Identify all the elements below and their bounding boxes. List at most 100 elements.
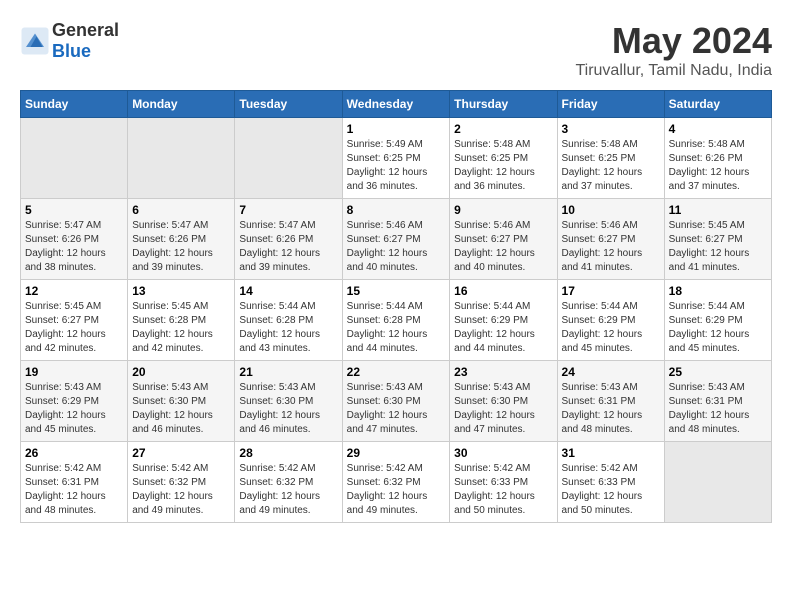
day-info: Sunrise: 5:48 AMSunset: 6:25 PMDaylight:… (454, 138, 552, 194)
calendar-cell: 24 Sunrise: 5:43 AMSunset: 6:31 PMDayligh… (557, 361, 664, 442)
day-number: 4 (669, 122, 767, 136)
day-number: 15 (347, 284, 446, 298)
calendar-cell: 1 Sunrise: 5:49 AMSunset: 6:25 PMDaylight… (342, 118, 450, 199)
day-info: Sunrise: 5:42 AMSunset: 6:32 PMDaylight:… (239, 462, 337, 518)
day-info: Sunrise: 5:45 AMSunset: 6:27 PMDaylight:… (669, 219, 767, 275)
weekday-header-wednesday: Wednesday (342, 91, 450, 118)
calendar-week-row: 12Sunrise: 5:45 AMSunset: 6:27 PMDayligh… (21, 280, 772, 361)
day-info: Sunrise: 5:48 AMSunset: 6:25 PMDaylight:… (562, 138, 660, 194)
calendar-cell: 28 Sunrise: 5:42 AMSunset: 6:32 PMDayligh… (235, 442, 342, 523)
day-number: 28 (239, 446, 337, 460)
calendar-cell: 8Sunrise: 5:46 AMSunset: 6:27 PMDaylight… (342, 199, 450, 280)
weekday-header-friday: Friday (557, 91, 664, 118)
day-info: Sunrise: 5:44 AMSunset: 6:29 PMDaylight:… (669, 300, 767, 356)
calendar-cell: 10Sunrise: 5:46 AMSunset: 6:27 PMDayligh… (557, 199, 664, 280)
calendar-cell: 7Sunrise: 5:47 AMSunset: 6:26 PMDaylight… (235, 199, 342, 280)
calendar-cell: 3 Sunrise: 5:48 AMSunset: 6:25 PMDaylight… (557, 118, 664, 199)
logo-general: General (52, 20, 119, 40)
calendar-cell: 13 Sunrise: 5:45 AMSunset: 6:28 PMDayligh… (128, 280, 235, 361)
day-info: Sunrise: 5:42 AMSunset: 6:31 PMDaylight:… (25, 462, 123, 518)
day-info: Sunrise: 5:49 AMSunset: 6:25 PMDaylight:… (347, 138, 446, 194)
day-number: 25 (669, 365, 767, 379)
day-number: 6 (132, 203, 230, 217)
logo: General Blue (20, 20, 119, 62)
location: Tiruvallur, Tamil Nadu, India (575, 62, 772, 80)
calendar-cell: 27Sunrise: 5:42 AMSunset: 6:32 PMDayligh… (128, 442, 235, 523)
calendar-cell: 12Sunrise: 5:45 AMSunset: 6:27 PMDayligh… (21, 280, 128, 361)
day-info: Sunrise: 5:47 AMSunset: 6:26 PMDaylight:… (132, 219, 230, 275)
weekday-header-row: SundayMondayTuesdayWednesdayThursdayFrid… (21, 91, 772, 118)
day-number: 22 (347, 365, 446, 379)
calendar-cell: 2 Sunrise: 5:48 AMSunset: 6:25 PMDaylight… (450, 118, 557, 199)
day-number: 24 (562, 365, 660, 379)
day-info: Sunrise: 5:45 AMSunset: 6:28 PMDaylight:… (132, 300, 230, 356)
weekday-header-monday: Monday (128, 91, 235, 118)
day-info: Sunrise: 5:44 AMSunset: 6:29 PMDaylight:… (454, 300, 552, 356)
day-number: 12 (25, 284, 123, 298)
calendar-cell: 30Sunrise: 5:42 AMSunset: 6:33 PMDayligh… (450, 442, 557, 523)
day-number: 29 (347, 446, 446, 460)
day-info: Sunrise: 5:48 AMSunset: 6:26 PMDaylight:… (669, 138, 767, 194)
day-number: 1 (347, 122, 446, 136)
day-info: Sunrise: 5:42 AMSunset: 6:32 PMDaylight:… (347, 462, 446, 518)
day-info: Sunrise: 5:47 AMSunset: 6:26 PMDaylight:… (25, 219, 123, 275)
weekday-header-saturday: Saturday (664, 91, 771, 118)
calendar-cell: 25 Sunrise: 5:43 AMSunset: 6:31 PMDayligh… (664, 361, 771, 442)
day-number: 23 (454, 365, 552, 379)
day-number: 20 (132, 365, 230, 379)
day-number: 11 (669, 203, 767, 217)
day-info: Sunrise: 5:42 AMSunset: 6:33 PMDaylight:… (562, 462, 660, 518)
calendar-cell: 4 Sunrise: 5:48 AMSunset: 6:26 PMDaylight… (664, 118, 771, 199)
calendar-cell: 19Sunrise: 5:43 AMSunset: 6:29 PMDayligh… (21, 361, 128, 442)
logo-blue: Blue (52, 41, 91, 61)
calendar-cell: 6 Sunrise: 5:47 AMSunset: 6:26 PMDaylight… (128, 199, 235, 280)
day-number: 5 (25, 203, 123, 217)
day-number: 14 (239, 284, 337, 298)
calendar-cell: 9Sunrise: 5:46 AMSunset: 6:27 PMDaylight… (450, 199, 557, 280)
weekday-header-sunday: Sunday (21, 91, 128, 118)
calendar-cell: 21 Sunrise: 5:43 AMSunset: 6:30 PMDayligh… (235, 361, 342, 442)
calendar-table: SundayMondayTuesdayWednesdayThursdayFrid… (20, 90, 772, 523)
day-info: Sunrise: 5:44 AMSunset: 6:29 PMDaylight:… (562, 300, 660, 356)
logo-icon (20, 26, 50, 56)
day-info: Sunrise: 5:42 AMSunset: 6:32 PMDaylight:… (132, 462, 230, 518)
page-header: General Blue May 2024 Tiruvallur, Tamil … (20, 20, 772, 80)
calendar-cell: 23Sunrise: 5:43 AMSunset: 6:30 PMDayligh… (450, 361, 557, 442)
calendar-cell: 26 Sunrise: 5:42 AMSunset: 6:31 PMDayligh… (21, 442, 128, 523)
weekday-header-thursday: Thursday (450, 91, 557, 118)
calendar-cell (664, 442, 771, 523)
calendar-cell: 29 Sunrise: 5:42 AMSunset: 6:32 PMDayligh… (342, 442, 450, 523)
calendar-cell (235, 118, 342, 199)
calendar-cell (21, 118, 128, 199)
day-number: 19 (25, 365, 123, 379)
calendar-week-row: 26 Sunrise: 5:42 AMSunset: 6:31 PMDayligh… (21, 442, 772, 523)
day-number: 7 (239, 203, 337, 217)
day-info: Sunrise: 5:43 AMSunset: 6:30 PMDaylight:… (347, 381, 446, 437)
day-number: 10 (562, 203, 660, 217)
day-number: 21 (239, 365, 337, 379)
title-area: May 2024 Tiruvallur, Tamil Nadu, India (575, 20, 772, 80)
day-number: 3 (562, 122, 660, 136)
calendar-cell: 15Sunrise: 5:44 AMSunset: 6:28 PMDayligh… (342, 280, 450, 361)
day-number: 18 (669, 284, 767, 298)
day-info: Sunrise: 5:43 AMSunset: 6:30 PMDaylight:… (132, 381, 230, 437)
day-info: Sunrise: 5:43 AMSunset: 6:31 PMDaylight:… (669, 381, 767, 437)
calendar-cell: 14Sunrise: 5:44 AMSunset: 6:28 PMDayligh… (235, 280, 342, 361)
weekday-header-tuesday: Tuesday (235, 91, 342, 118)
calendar-week-row: 5 Sunrise: 5:47 AMSunset: 6:26 PMDaylight… (21, 199, 772, 280)
day-info: Sunrise: 5:43 AMSunset: 6:30 PMDaylight:… (239, 381, 337, 437)
day-number: 26 (25, 446, 123, 460)
day-number: 8 (347, 203, 446, 217)
day-number: 16 (454, 284, 552, 298)
calendar-cell: 18 Sunrise: 5:44 AMSunset: 6:29 PMDayligh… (664, 280, 771, 361)
day-number: 2 (454, 122, 552, 136)
day-number: 13 (132, 284, 230, 298)
calendar-cell: 5 Sunrise: 5:47 AMSunset: 6:26 PMDaylight… (21, 199, 128, 280)
day-info: Sunrise: 5:42 AMSunset: 6:33 PMDaylight:… (454, 462, 552, 518)
calendar-cell: 22 Sunrise: 5:43 AMSunset: 6:30 PMDayligh… (342, 361, 450, 442)
day-info: Sunrise: 5:43 AMSunset: 6:31 PMDaylight:… (562, 381, 660, 437)
calendar-cell: 20 Sunrise: 5:43 AMSunset: 6:30 PMDayligh… (128, 361, 235, 442)
day-number: 17 (562, 284, 660, 298)
day-number: 9 (454, 203, 552, 217)
calendar-week-row: 19Sunrise: 5:43 AMSunset: 6:29 PMDayligh… (21, 361, 772, 442)
